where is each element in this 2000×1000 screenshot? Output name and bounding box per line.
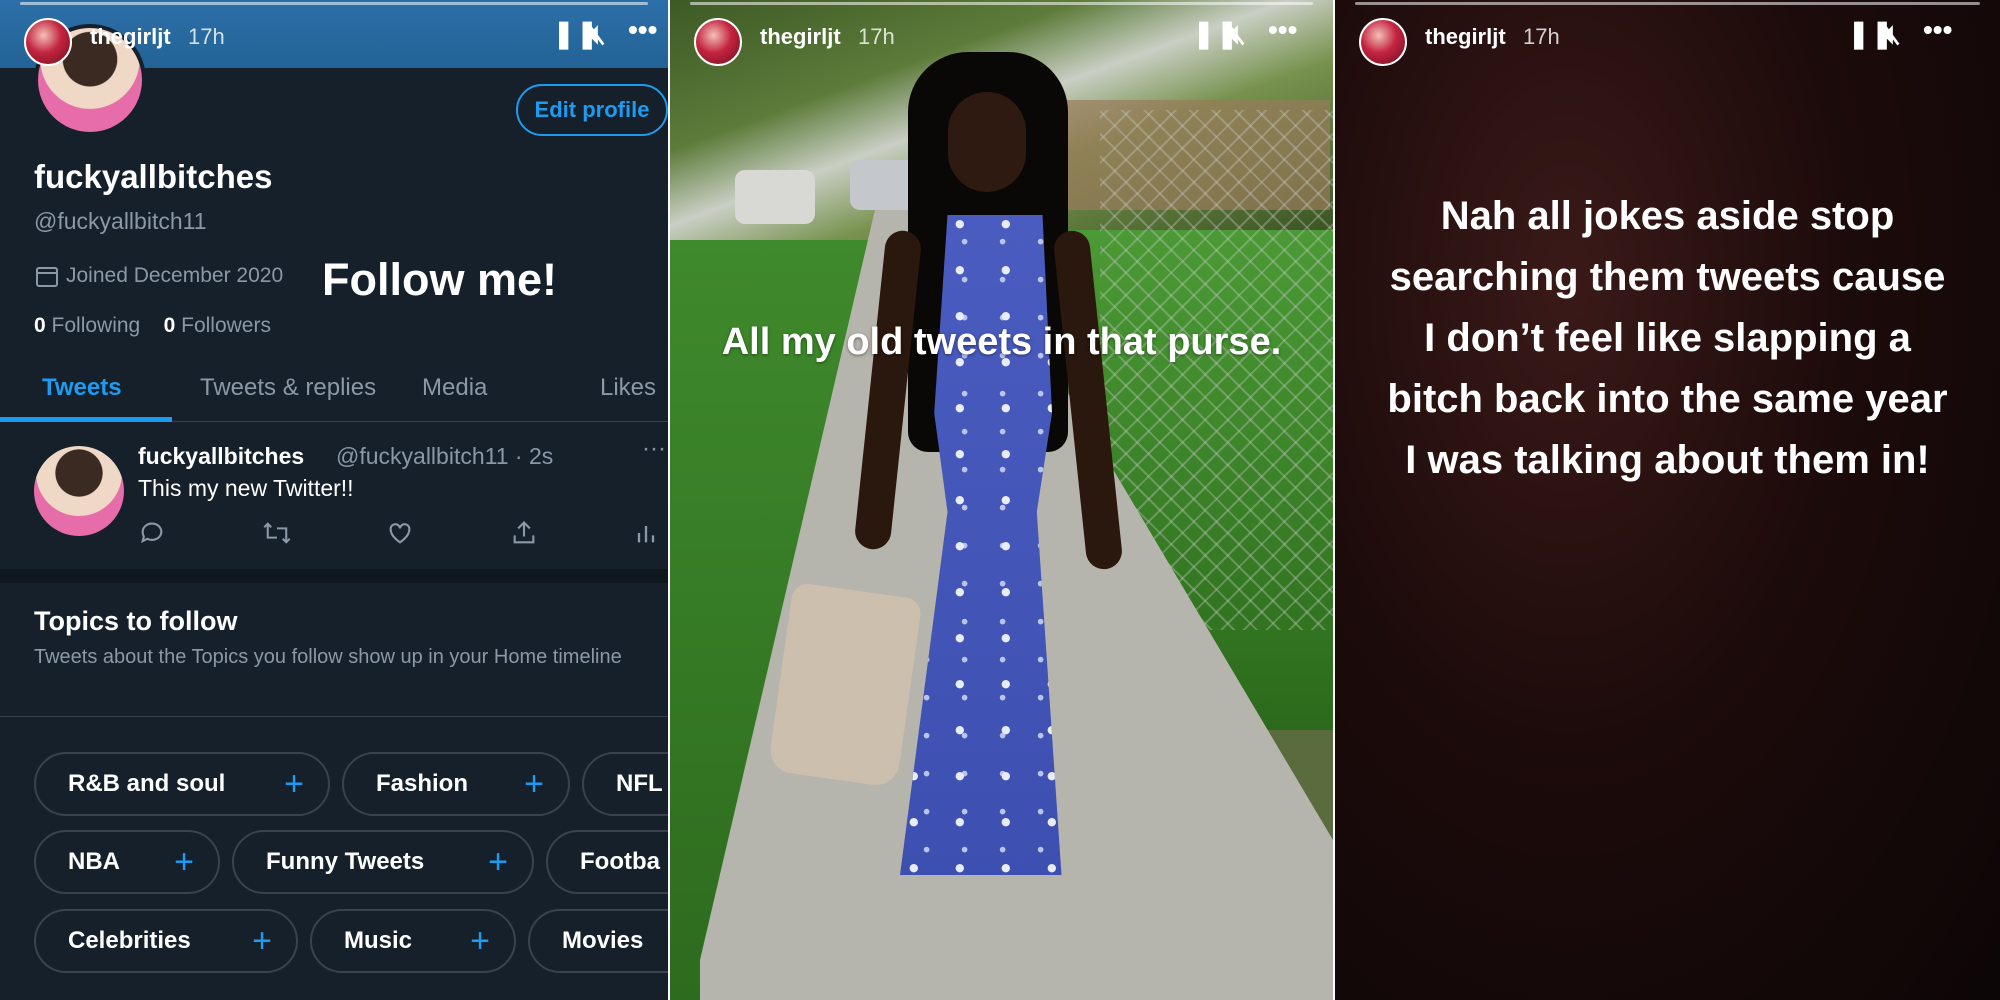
more-dots-icon[interactable]: •••	[1268, 16, 1297, 44]
tweet[interactable]: fuckyallbitches @fuckyallbitch11 · 2s ··…	[0, 423, 668, 583]
tab-tweets-replies[interactable]: Tweets & replies	[200, 374, 376, 402]
divider	[0, 716, 668, 717]
muted-speaker-icon[interactable]: 🔇︎	[1883, 20, 1901, 48]
plus-icon[interactable]: +	[470, 911, 490, 971]
topic-chip[interactable]: Funny Tweets +	[232, 830, 534, 894]
plus-icon[interactable]: +	[524, 754, 544, 814]
share-icon[interactable]	[510, 519, 538, 554]
topic-chip[interactable]: Footba	[546, 830, 668, 894]
topics-description: Tweets about the Topics you follow show …	[34, 646, 622, 668]
topic-chip[interactable]: NFL	[582, 752, 668, 816]
topic-chip[interactable]: Celebrities +	[34, 909, 298, 973]
follow-stats: 0 Following 0 Followers	[34, 314, 271, 338]
topic-label: R&B and soul	[68, 770, 226, 797]
tweet-handle-time: @fuckyallbitch11 · 2s	[336, 443, 554, 469]
story-avatar[interactable]	[1359, 18, 1407, 66]
topic-label: Funny Tweets	[266, 848, 425, 875]
story-caption: All my old tweets in that purse.	[721, 321, 1282, 363]
retweet-icon[interactable]	[262, 519, 292, 554]
tweet-author-name[interactable]: fuckyallbitches	[138, 443, 304, 470]
story-header: thegirljt 17h ❚❚ 🔇︎ •••	[670, 0, 1333, 70]
topics-title: Topics to follow	[34, 606, 238, 636]
profile-tabs: Tweets Tweets & replies Media Likes	[0, 370, 668, 422]
more-dots-icon[interactable]: •••	[628, 16, 657, 44]
tab-tweets[interactable]: Tweets	[42, 374, 122, 402]
story-time: 17h	[858, 24, 895, 49]
reply-icon[interactable]	[138, 519, 166, 554]
story-avatar[interactable]	[24, 18, 72, 66]
tab-likes[interactable]: Likes	[600, 374, 656, 402]
story-panel-photo: thegirljt 17h ❚❚ 🔇︎ ••• All my old tweet…	[670, 0, 1333, 1000]
analytics-icon[interactable]	[634, 519, 658, 554]
profile-handle: @fuckyallbitch11	[34, 208, 207, 234]
topic-chip[interactable]: Fashion +	[342, 752, 570, 816]
topic-label: Celebrities	[68, 927, 191, 954]
active-tab-indicator	[0, 417, 172, 422]
story-time: 17h	[188, 24, 225, 49]
topic-label: NBA	[68, 848, 120, 875]
calendar-icon	[36, 267, 58, 287]
tweet-text: This my new Twitter!!	[138, 475, 354, 501]
story-username[interactable]: thegirljt	[760, 24, 841, 50]
more-dots-icon[interactable]: •••	[1923, 16, 1952, 44]
story-progress-bar	[1355, 2, 1980, 5]
plus-icon[interactable]: +	[174, 832, 194, 892]
followers-link[interactable]: 0 Followers	[164, 314, 271, 337]
topic-label: NFL	[616, 770, 663, 797]
plus-icon[interactable]: +	[284, 754, 304, 814]
story-panel-twitter-profile: thegirljt 17h ❚❚ 🔇︎ ••• Edit profile fuc…	[0, 0, 668, 1000]
like-icon[interactable]	[386, 519, 414, 554]
topic-chip[interactable]: Movies	[528, 909, 668, 973]
plus-icon[interactable]: +	[252, 911, 272, 971]
topic-label: Footba	[580, 848, 660, 875]
topic-label: Fashion	[376, 770, 469, 797]
story-text: Nah all jokes aside stop searching them …	[1387, 194, 1948, 482]
story-overlay-text: Follow me!	[322, 254, 557, 305]
tweet-avatar[interactable]	[34, 446, 124, 536]
story-progress-bar	[690, 2, 1313, 5]
story-header: thegirljt 17h ❚❚ 🔇︎ •••	[1335, 0, 2000, 70]
story-header: thegirljt 17h ❚❚ 🔇︎ •••	[0, 0, 668, 70]
muted-speaker-icon[interactable]: 🔇︎	[1228, 20, 1246, 48]
topic-chip[interactable]: R&B and soul +	[34, 752, 330, 816]
story-avatar[interactable]	[694, 18, 742, 66]
story-username[interactable]: thegirljt	[90, 24, 171, 50]
topic-chip[interactable]: NBA +	[34, 830, 220, 894]
topic-label: Movies	[562, 927, 644, 954]
more-icon[interactable]: ···	[642, 435, 666, 463]
plus-icon[interactable]: +	[488, 832, 508, 892]
tab-media[interactable]: Media	[422, 374, 487, 402]
story-progress-bar	[20, 2, 648, 5]
muted-speaker-icon[interactable]: 🔇︎	[588, 20, 606, 48]
tweet-actions	[138, 519, 668, 549]
edit-profile-button[interactable]: Edit profile	[516, 84, 668, 136]
story-username[interactable]: thegirljt	[1425, 24, 1506, 50]
topic-chip[interactable]: Music +	[310, 909, 516, 973]
following-link[interactable]: 0 Following	[34, 314, 140, 337]
topic-label: Music	[344, 927, 413, 954]
profile-display-name: fuckyallbitches	[34, 158, 273, 195]
story-panel-text: thegirljt 17h ❚❚ 🔇︎ ••• Nah all jokes as…	[1335, 0, 2000, 1000]
joined-date: Joined December 2020	[66, 264, 284, 287]
story-time: 17h	[1523, 24, 1560, 49]
